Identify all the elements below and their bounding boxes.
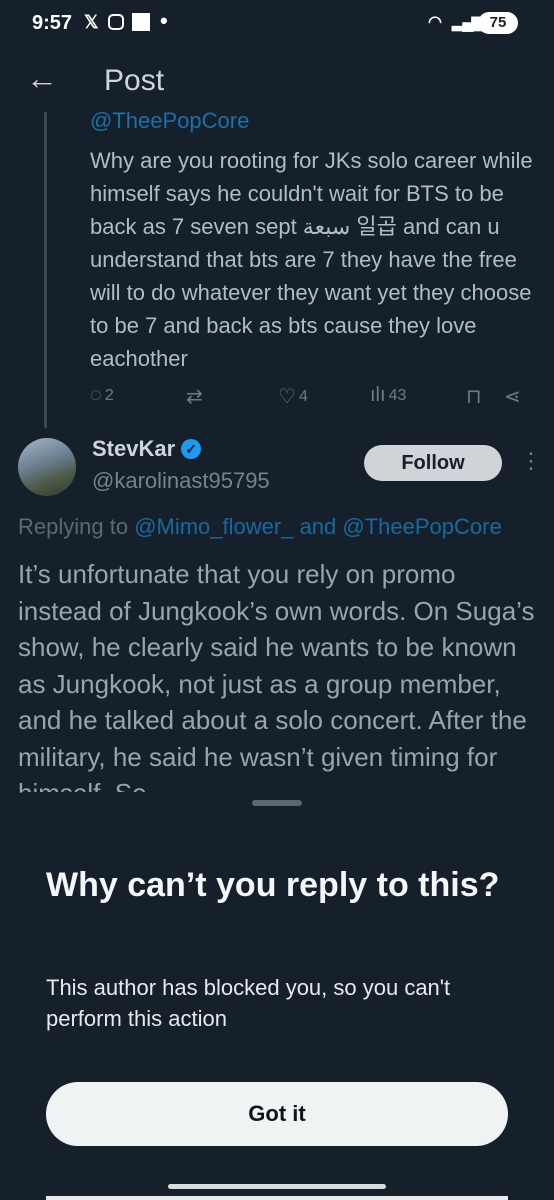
reply-action[interactable]: ◌ 2	[90, 384, 114, 407]
wifi-icon: ◠	[428, 14, 442, 31]
sheet-message: This author has blocked you, so you can'…	[46, 975, 451, 1031]
replying-user-1[interactable]: @Mimo_flower_	[134, 514, 293, 539]
avatar[interactable]	[18, 438, 76, 496]
retweet-action[interactable]: ⇄	[186, 384, 203, 409]
follow-button[interactable]: Follow	[364, 445, 502, 481]
like-icon: ♡	[278, 386, 296, 408]
thread-line	[44, 112, 47, 428]
sheet-bottom-edge	[46, 1196, 508, 1200]
blocked-bottom-sheet: Why can’t you reply to this? This author…	[0, 792, 554, 1200]
replying-and: and	[293, 514, 343, 539]
replying-to: Replying to @Mimo_flower_ and @TheePopCo…	[18, 514, 554, 540]
instagram-icon	[108, 14, 124, 30]
reply-icon: ◌	[90, 384, 102, 406]
status-bar: 9:57 𝕏 • ◠ ▂▄▆ 75	[0, 0, 554, 50]
like-action[interactable]: ♡ 4	[278, 384, 308, 409]
notification-dot-icon: •	[160, 8, 168, 33]
replying-prefix: Replying to	[18, 514, 135, 539]
reply-tweet-text: It’s unfortunate that you rely on promo …	[18, 559, 535, 808]
quoted-tweet-text: Why are you rooting for JKs solo career …	[90, 148, 533, 371]
notification-square-icon	[132, 13, 150, 31]
status-time: 9:57	[32, 12, 73, 34]
battery-indicator: 75	[478, 12, 518, 34]
views-icon: ılı	[370, 384, 386, 406]
user-handle[interactable]: @karolinast95795	[92, 468, 270, 494]
display-name[interactable]: StevKar ✓	[92, 436, 202, 462]
like-count: 4	[298, 387, 308, 405]
back-arrow-icon[interactable]: ←	[26, 60, 58, 97]
view-count: 43	[388, 386, 407, 404]
verified-icon: ✓	[181, 439, 202, 459]
more-icon[interactable]: ⋮	[520, 448, 542, 474]
got-it-button[interactable]: Got it	[46, 1082, 508, 1146]
retweet-icon: ⇄	[186, 386, 203, 408]
sheet-grab-handle[interactable]	[252, 800, 302, 806]
views-action[interactable]: ılı 43	[370, 384, 406, 407]
sheet-title: Why can’t you reply to this?	[46, 866, 500, 904]
home-indicator	[168, 1184, 386, 1189]
display-name-text: StevKar	[92, 436, 176, 461]
share-action[interactable]: ⋖	[504, 384, 521, 409]
reply-count: 2	[104, 386, 114, 404]
replying-user-2[interactable]: @TheePopCore	[342, 514, 501, 539]
share-icon: ⋖	[504, 386, 521, 408]
bookmark-action[interactable]: ⊓	[466, 384, 482, 409]
x-app-icon: 𝕏	[84, 12, 99, 32]
quoted-handle[interactable]: @TheePopCore	[90, 108, 249, 134]
page-title: Post	[104, 64, 165, 97]
post-header: ← Post	[0, 50, 554, 112]
bookmark-icon: ⊓	[466, 386, 482, 408]
tweet-actions: ◌ 2 ⇄ ♡ 4 ılı 43 ⊓ ⋖	[90, 384, 530, 412]
